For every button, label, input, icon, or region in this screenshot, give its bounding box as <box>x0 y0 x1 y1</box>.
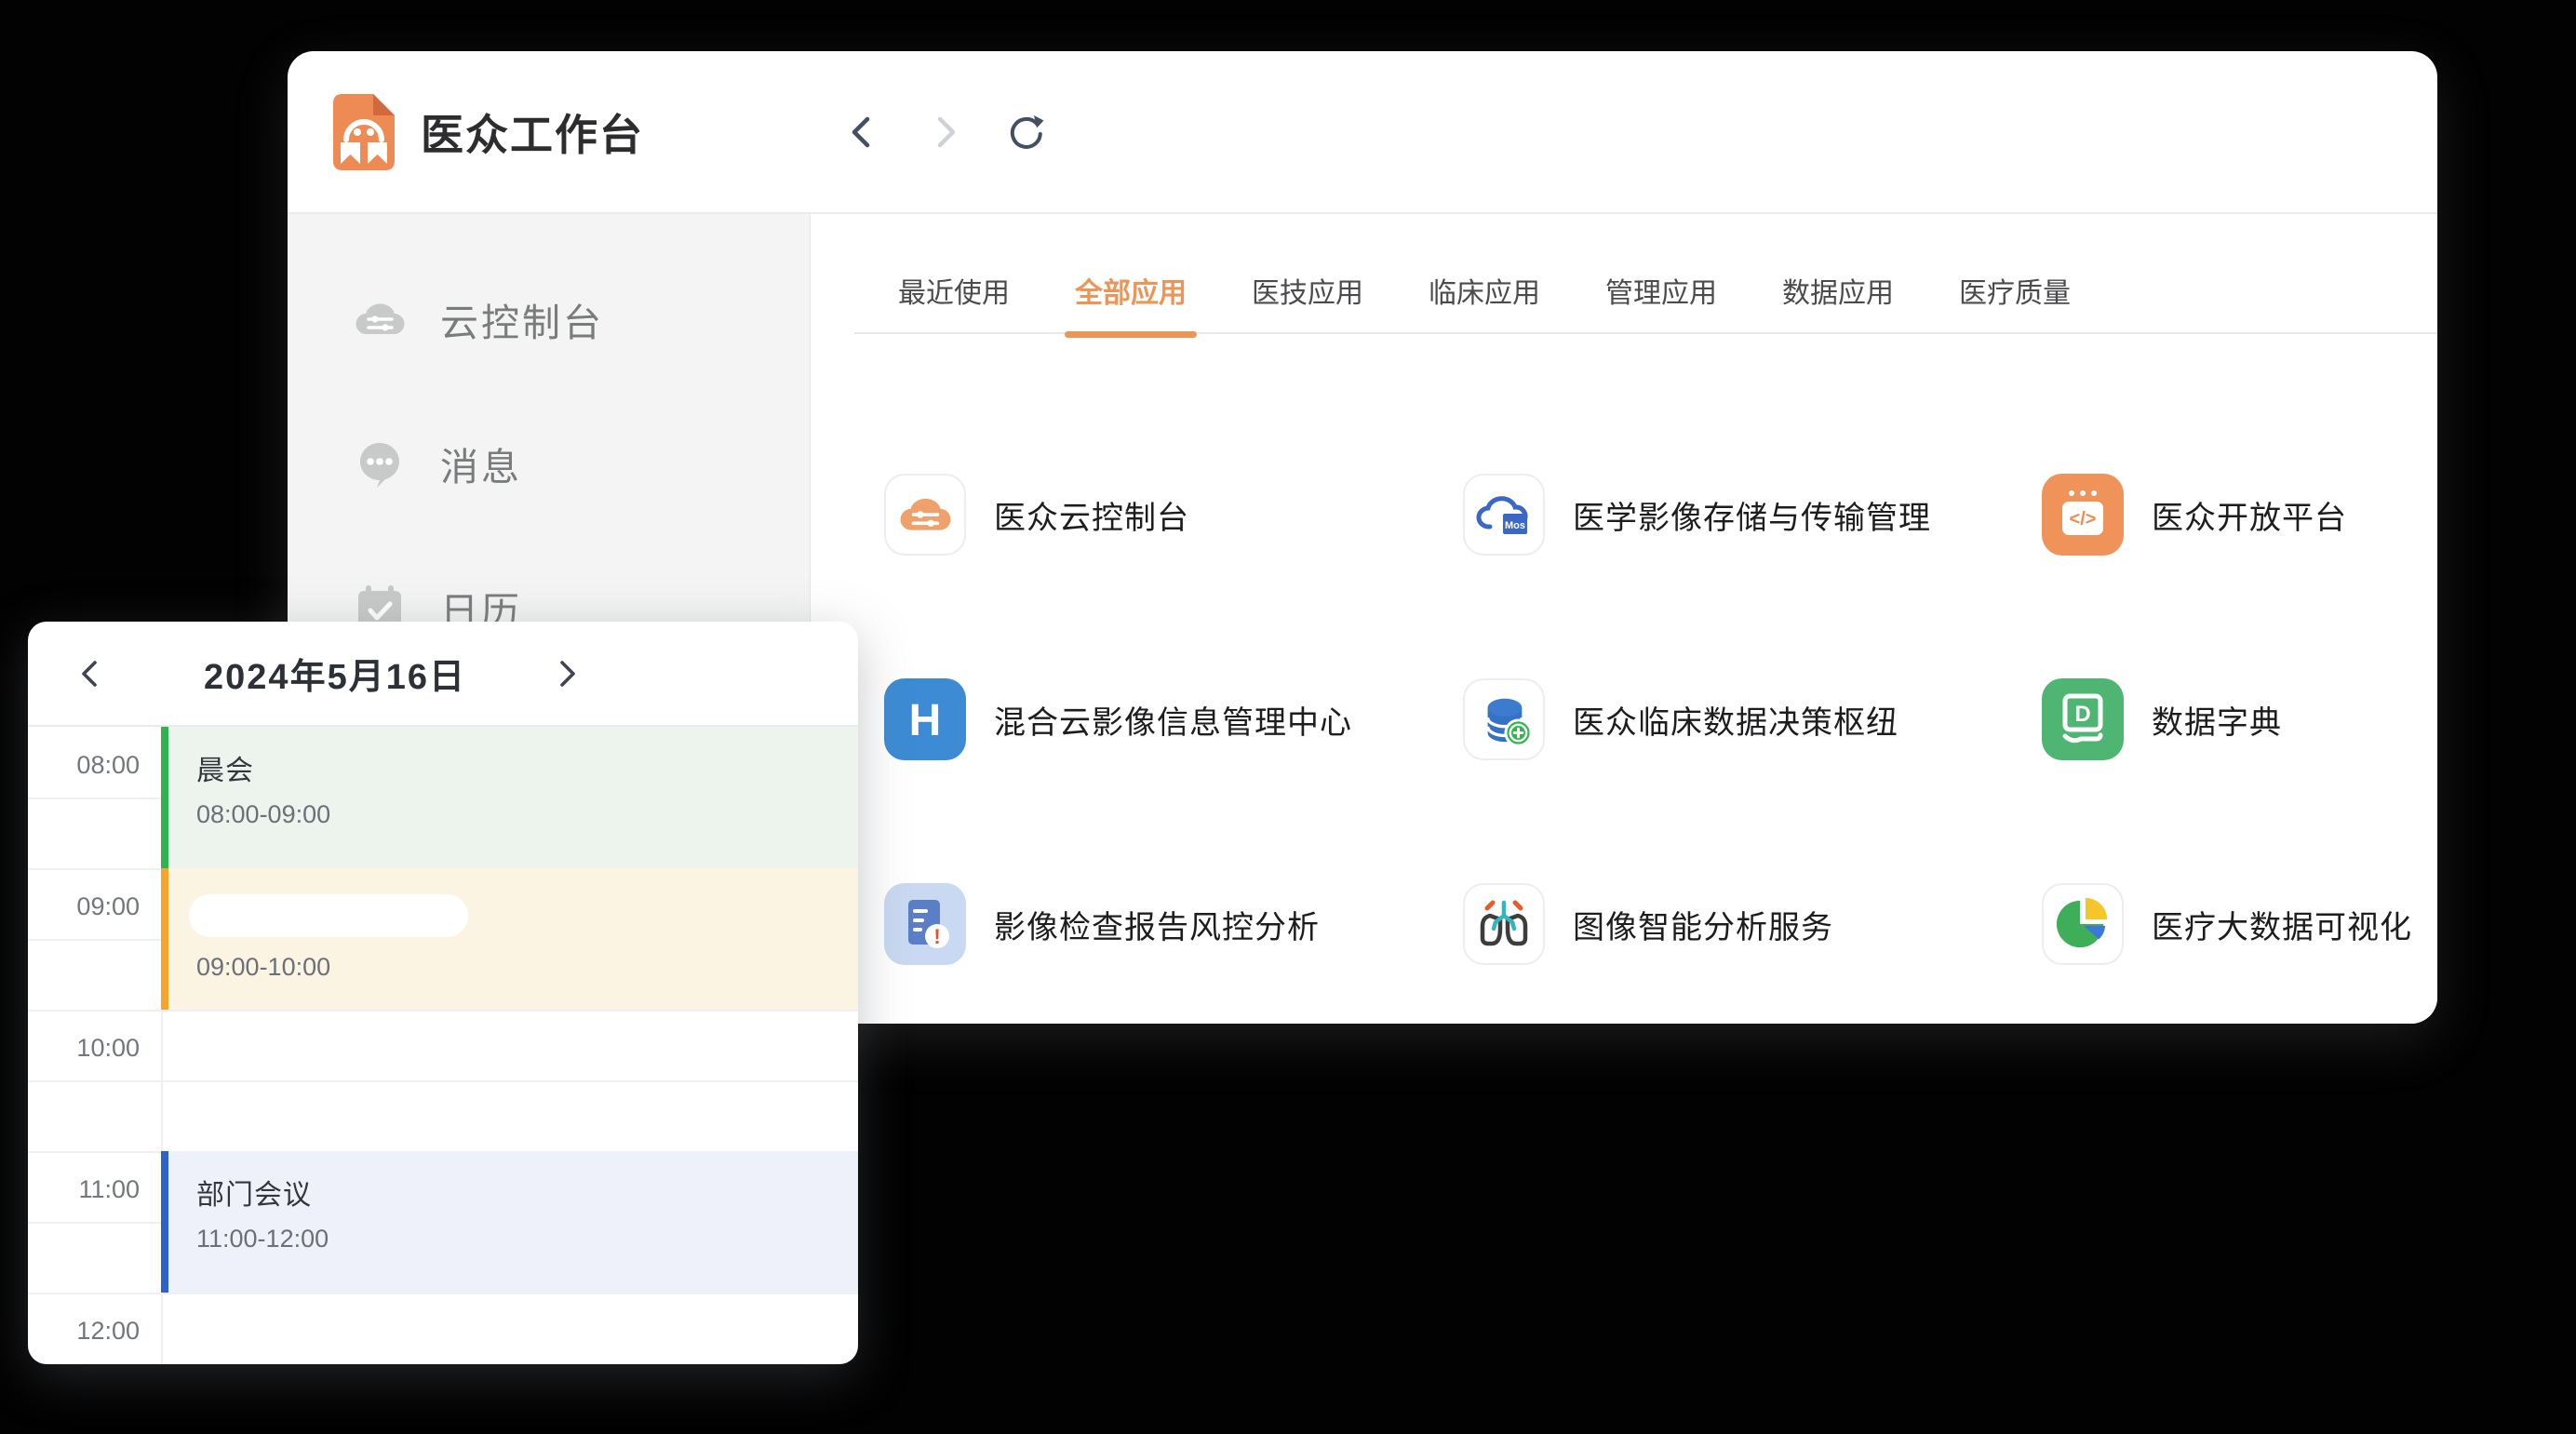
time-label: 12:00 <box>28 1317 140 1346</box>
sidebar-item-label: 消息 <box>440 436 522 491</box>
app-item-report-risk-analysis[interactable]: ! 影像检查报告风控分析 <box>884 822 1463 1024</box>
window-nav <box>842 51 1047 212</box>
app-item-big-data-visualization[interactable]: 医疗大数据可视化 <box>2042 822 2437 1024</box>
svg-text:H: H <box>909 696 942 745</box>
tab-recent[interactable]: 最近使用 <box>898 270 1010 311</box>
database-plus-icon <box>1476 691 1532 747</box>
event-time: 08:00-09:00 <box>196 800 858 829</box>
app-logo-document-mascot-icon <box>333 94 395 170</box>
event-time: 09:00-10:00 <box>196 953 858 982</box>
event-color-bar <box>161 1151 168 1293</box>
event-title: 部门会议 <box>196 1172 858 1213</box>
app-label: 图像智能分析服务 <box>1573 902 1833 947</box>
pie-chart-icon <box>2055 896 2111 952</box>
screenshot-stage: 医众工作台 <box>0 0 2576 1434</box>
grid-line <box>28 1010 858 1012</box>
app-item-image-ai-analysis[interactable]: 图像智能分析服务 <box>1463 822 2042 1024</box>
app-item-cloud-console[interactable]: 医众云控制台 <box>884 412 1463 617</box>
tab-medtech-apps[interactable]: 医技应用 <box>1252 270 1363 311</box>
app-label: 医疗大数据可视化 <box>2152 902 2412 947</box>
time-label: 09:00 <box>28 892 140 921</box>
app-label: 医众临床数据决策枢纽 <box>1573 697 1898 743</box>
calendar-day-view: 08:00 09:00 10:00 11:00 12:00 晨会 08:00-0… <box>28 727 858 1364</box>
calendar-event-department-meeting[interactable]: 部门会议 11:00-12:00 <box>161 1151 858 1293</box>
tab-medical-quality[interactable]: 医疗质量 <box>1959 270 2071 311</box>
refresh-icon[interactable] <box>1006 112 1047 153</box>
lungs-icon <box>1475 895 1533 953</box>
event-time: 11:00-12:00 <box>196 1225 858 1253</box>
cloud-mos-icon: Mos <box>1475 486 1533 543</box>
svg-text:!: ! <box>933 925 940 948</box>
calendar-event-redacted[interactable]: 09:00-10:00 <box>161 868 858 1010</box>
svg-text:Mos: Mos <box>1505 520 1525 531</box>
tab-all-apps[interactable]: 全部应用 <box>1075 270 1187 311</box>
time-label: 08:00 <box>28 751 140 780</box>
app-item-open-platform[interactable]: </> 医众开放平台 <box>2042 412 2437 617</box>
app-item-data-dictionary[interactable]: D 数据字典 <box>2042 617 2437 822</box>
calendar-event-morning-meeting[interactable]: 晨会 08:00-09:00 <box>161 727 858 868</box>
calendar-next-day-chevron-icon[interactable] <box>538 622 594 725</box>
grid-line <box>28 1293 858 1294</box>
svg-text:</>: </> <box>2070 509 2097 529</box>
app-label: 医众开放平台 <box>2152 492 2347 538</box>
redacted-title-pill <box>189 894 468 937</box>
tab-data-apps[interactable]: 数据应用 <box>1782 270 1894 311</box>
tab-management-apps[interactable]: 管理应用 <box>1605 270 1717 311</box>
tabs-bar: 最近使用 全部应用 医技应用 临床应用 管理应用 数据应用 医疗质量 <box>854 270 2437 334</box>
app-item-clinical-data-hub[interactable]: 医众临床数据决策枢纽 <box>1463 617 2042 822</box>
tab-clinical-apps[interactable]: 临床应用 <box>1429 270 1540 311</box>
window-title: 医众工作台 <box>421 101 644 163</box>
calendar-date: 2024年5月16日 <box>130 622 540 725</box>
svg-text:D: D <box>2074 702 2090 727</box>
app-label: 医众云控制台 <box>994 492 1189 538</box>
time-label: 11:00 <box>28 1175 140 1204</box>
calendar-header: 2024年5月16日 <box>28 622 858 727</box>
sidebar-item-messages[interactable]: 消息 <box>288 391 810 535</box>
time-label: 10:00 <box>28 1034 140 1063</box>
dictionary-book-icon: D <box>2042 678 2124 760</box>
message-bubble-icon <box>354 437 406 489</box>
cloud-console-icon <box>354 293 406 345</box>
app-label: 数据字典 <box>2152 697 2282 743</box>
app-label: 医学影像存储与传输管理 <box>1573 492 1931 538</box>
window-header: 医众工作台 <box>288 51 2437 214</box>
event-title: 晨会 <box>196 747 858 788</box>
forward-chevron-icon[interactable] <box>924 112 965 153</box>
sidebar-item-label: 云控制台 <box>440 291 604 347</box>
sidebar-item-cloud-console[interactable]: 云控制台 <box>288 247 810 391</box>
calendar-prev-day-chevron-icon[interactable] <box>63 622 119 725</box>
event-color-bar <box>161 868 168 1010</box>
app-grid: 医众云控制台 Mos 医学影像存储与传输管理 <box>884 412 2437 1024</box>
content-area: 最近使用 全部应用 医技应用 临床应用 管理应用 数据应用 医疗质量 <box>811 214 2437 1024</box>
app-item-hybrid-cloud-imaging[interactable]: H 混合云影像信息管理中心 <box>884 617 1463 822</box>
app-label: 影像检查报告风控分析 <box>994 902 1320 947</box>
back-chevron-icon[interactable] <box>842 112 883 153</box>
grid-line <box>28 1080 858 1082</box>
app-label: 混合云影像信息管理中心 <box>994 697 1352 743</box>
letter-h-icon: H <box>884 678 966 760</box>
cloud-sliders-icon <box>898 488 952 542</box>
open-platform-code-icon: </> <box>2042 474 2124 556</box>
report-alert-icon: ! <box>884 883 966 965</box>
calendar-panel: 2024年5月16日 08:00 09:00 10:00 11:00 12: <box>28 622 858 1364</box>
event-color-bar <box>161 727 168 868</box>
app-item-image-storage[interactable]: Mos 医学影像存储与传输管理 <box>1463 412 2042 617</box>
